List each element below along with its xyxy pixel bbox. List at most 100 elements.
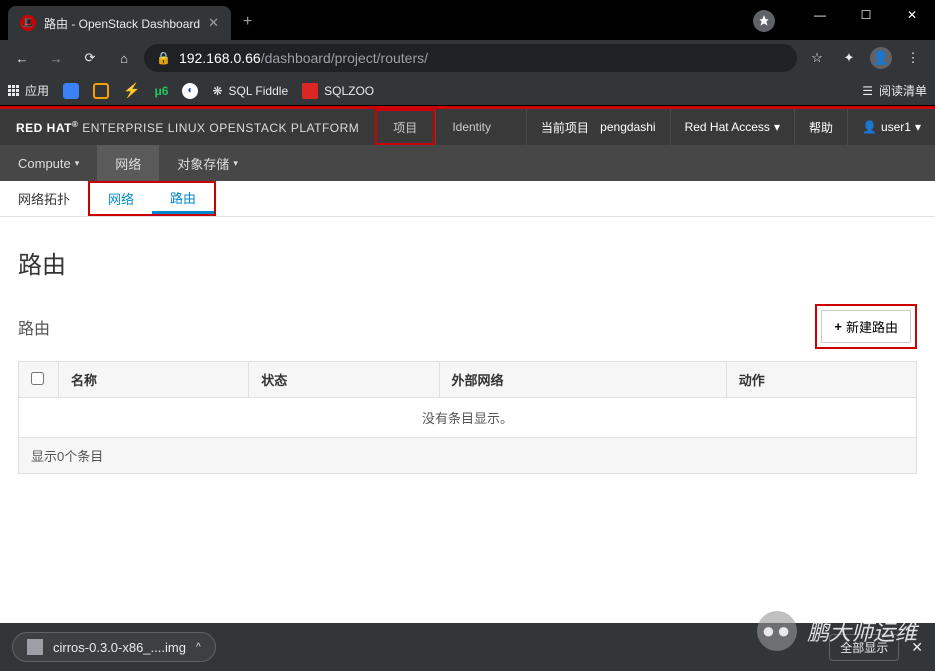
bookmark-icon: ⚡ — [123, 82, 140, 99]
address-bar[interactable]: 🔒 192.168.0.66/dashboard/project/routers… — [144, 44, 797, 72]
profile-avatar[interactable]: 👤 — [867, 44, 895, 72]
bookmark-sql-fiddle[interactable]: ❋SQL Fiddle — [212, 84, 288, 98]
panel-title: 路由 — [18, 315, 50, 339]
column-status[interactable]: 状态 — [249, 362, 439, 398]
gear-icon: ❋ — [212, 84, 222, 98]
bookmark-icon: ◐ — [182, 83, 198, 99]
tab-networks[interactable]: 网络 — [90, 183, 152, 214]
apps-button[interactable]: 应用 — [8, 82, 49, 99]
window-titlebar: 🎩 路由 - OpenStack Dashboard ✕ + ― ☐ ✕ — [0, 0, 935, 40]
list-icon: ☰ — [862, 84, 873, 98]
show-all-label: 全部显示 — [840, 641, 888, 655]
brand-rest: ENTERPRISE LINUX OPENSTACK PLATFORM — [78, 121, 359, 135]
new-router-highlight: + 新建路由 — [815, 304, 917, 349]
select-all-checkbox[interactable] — [31, 372, 44, 385]
bookmark-item[interactable] — [63, 83, 79, 99]
apps-label: 应用 — [25, 82, 49, 99]
bookmark-item[interactable]: ⚡ — [123, 82, 140, 99]
bookmark-icon: μ6 — [154, 84, 168, 98]
current-project-value: pengdashi — [600, 120, 655, 134]
bookmarks-bar: 应用 ⚡ μ6 ◐ ❋SQL Fiddle SQLZOO ☰阅读清单 — [0, 76, 935, 106]
browser-tab[interactable]: 🎩 路由 - OpenStack Dashboard ✕ — [8, 6, 231, 40]
tab-topology[interactable]: 网络拓扑 — [0, 181, 88, 216]
bookmark-label: SQLZOO — [324, 84, 374, 98]
download-filename: cirros-0.3.0-x86_....img — [53, 640, 186, 655]
new-router-label: 新建路由 — [846, 317, 898, 336]
column-name[interactable]: 名称 — [59, 362, 249, 398]
table-footer: 显示0个条目 — [19, 438, 917, 474]
routers-table: 名称 状态 外部网络 动作 没有条目显示。 显示0个条目 — [18, 361, 917, 474]
current-project[interactable]: 当前项目 pengdashi — [526, 109, 670, 145]
reload-button[interactable]: ⟳ — [76, 44, 104, 72]
user-menu[interactable]: 👤 user1 ▾ — [847, 109, 935, 145]
close-window-button[interactable]: ✕ — [889, 0, 935, 30]
bookmark-item[interactable]: μ6 — [154, 84, 168, 98]
bookmark-item[interactable] — [93, 83, 109, 99]
reading-list-button[interactable]: ☰阅读清单 — [862, 82, 927, 99]
tab-routers[interactable]: 路由 — [152, 183, 214, 214]
chevron-down-icon: ▾ — [774, 120, 780, 134]
bookmark-icon — [63, 83, 79, 99]
url-host: 192.168.0.66 — [179, 50, 261, 66]
tab-networks-label: 网络 — [108, 189, 134, 208]
bookmark-sqlzoo[interactable]: SQLZOO — [302, 83, 374, 99]
download-item[interactable]: cirros-0.3.0-x86_....img ^ — [12, 632, 216, 662]
column-checkbox — [19, 362, 59, 398]
show-all-downloads-button[interactable]: 全部显示 — [829, 634, 899, 661]
user-icon: 👤 — [862, 120, 877, 134]
redhat-access-menu[interactable]: Red Hat Access ▾ — [670, 109, 794, 145]
column-actions: 动作 — [726, 362, 916, 398]
back-button[interactable]: ← — [8, 44, 36, 72]
redhat-favicon: 🎩 — [20, 15, 36, 31]
subnav-network-label: 网络 — [115, 154, 141, 173]
extensions-icon[interactable]: ✦ — [835, 44, 863, 72]
close-tab-icon[interactable]: ✕ — [208, 15, 219, 31]
star-icon[interactable]: ☆ — [803, 44, 831, 72]
apps-grid-icon — [8, 85, 19, 96]
column-ext-net[interactable]: 外部网络 — [439, 362, 726, 398]
close-downloads-bar-button[interactable]: ✕ — [911, 639, 923, 656]
bookmark-item[interactable]: ◐ — [182, 83, 198, 99]
minimize-button[interactable]: ― — [797, 0, 843, 30]
chevron-down-icon: ▾ — [915, 120, 921, 134]
tertiary-tabs: 网络拓扑 网络 路由 — [0, 181, 935, 217]
nav-project[interactable]: 项目 — [375, 109, 435, 145]
lock-icon: 🔒 — [156, 51, 171, 65]
maximize-button[interactable]: ☐ — [843, 0, 889, 30]
new-tab-button[interactable]: + — [243, 13, 252, 31]
help-link[interactable]: 帮助 — [794, 109, 847, 145]
primary-nav: 项目 Identity — [375, 109, 507, 145]
home-button[interactable]: ⌂ — [110, 44, 138, 72]
subnav-object-storage-label: 对象存储 — [177, 154, 229, 173]
nav-identity-label: Identity — [452, 120, 491, 134]
brand-logo: RED HAT® ENTERPRISE LINUX OPENSTACK PLAT… — [0, 120, 375, 135]
table-empty-message: 没有条目显示。 — [19, 398, 917, 438]
new-router-button[interactable]: + 新建路由 — [821, 310, 911, 343]
access-label: Red Hat Access — [685, 120, 770, 134]
page-title: 路由 — [18, 245, 917, 280]
subnav-object-storage[interactable]: 对象存储 ▾ — [159, 145, 256, 181]
secondary-nav: Compute ▾ 网络 对象存储 ▾ — [0, 145, 935, 181]
subnav-compute[interactable]: Compute ▾ — [0, 145, 97, 181]
nav-identity[interactable]: Identity — [435, 109, 507, 145]
browser-toolbar: ← → ⟳ ⌂ 🔒 192.168.0.66/dashboard/project… — [0, 40, 935, 76]
tab-topology-label: 网络拓扑 — [18, 189, 70, 208]
brand-redhat: RED HAT — [16, 121, 72, 135]
highlighted-tabs: 网络 路由 — [88, 181, 216, 216]
bookmark-icon — [302, 83, 318, 99]
chevron-down-icon: ▾ — [75, 158, 80, 169]
subnav-network[interactable]: 网络 — [97, 145, 159, 181]
user-label: user1 — [881, 120, 911, 134]
bookmark-icon — [93, 83, 109, 99]
chevron-up-icon[interactable]: ^ — [196, 642, 201, 653]
tab-routers-label: 路由 — [170, 188, 196, 207]
plus-icon: + — [834, 319, 842, 334]
current-project-label: 当前项目 — [541, 119, 589, 136]
tab-title: 路由 - OpenStack Dashboard — [44, 15, 200, 32]
subnav-compute-label: Compute — [18, 156, 71, 171]
file-icon — [27, 639, 43, 655]
menu-icon[interactable]: ⋮ — [899, 44, 927, 72]
forward-button[interactable]: → — [42, 44, 70, 72]
panel-header: 路由 + 新建路由 — [18, 304, 917, 349]
chevron-down-icon: ▾ — [233, 158, 238, 169]
